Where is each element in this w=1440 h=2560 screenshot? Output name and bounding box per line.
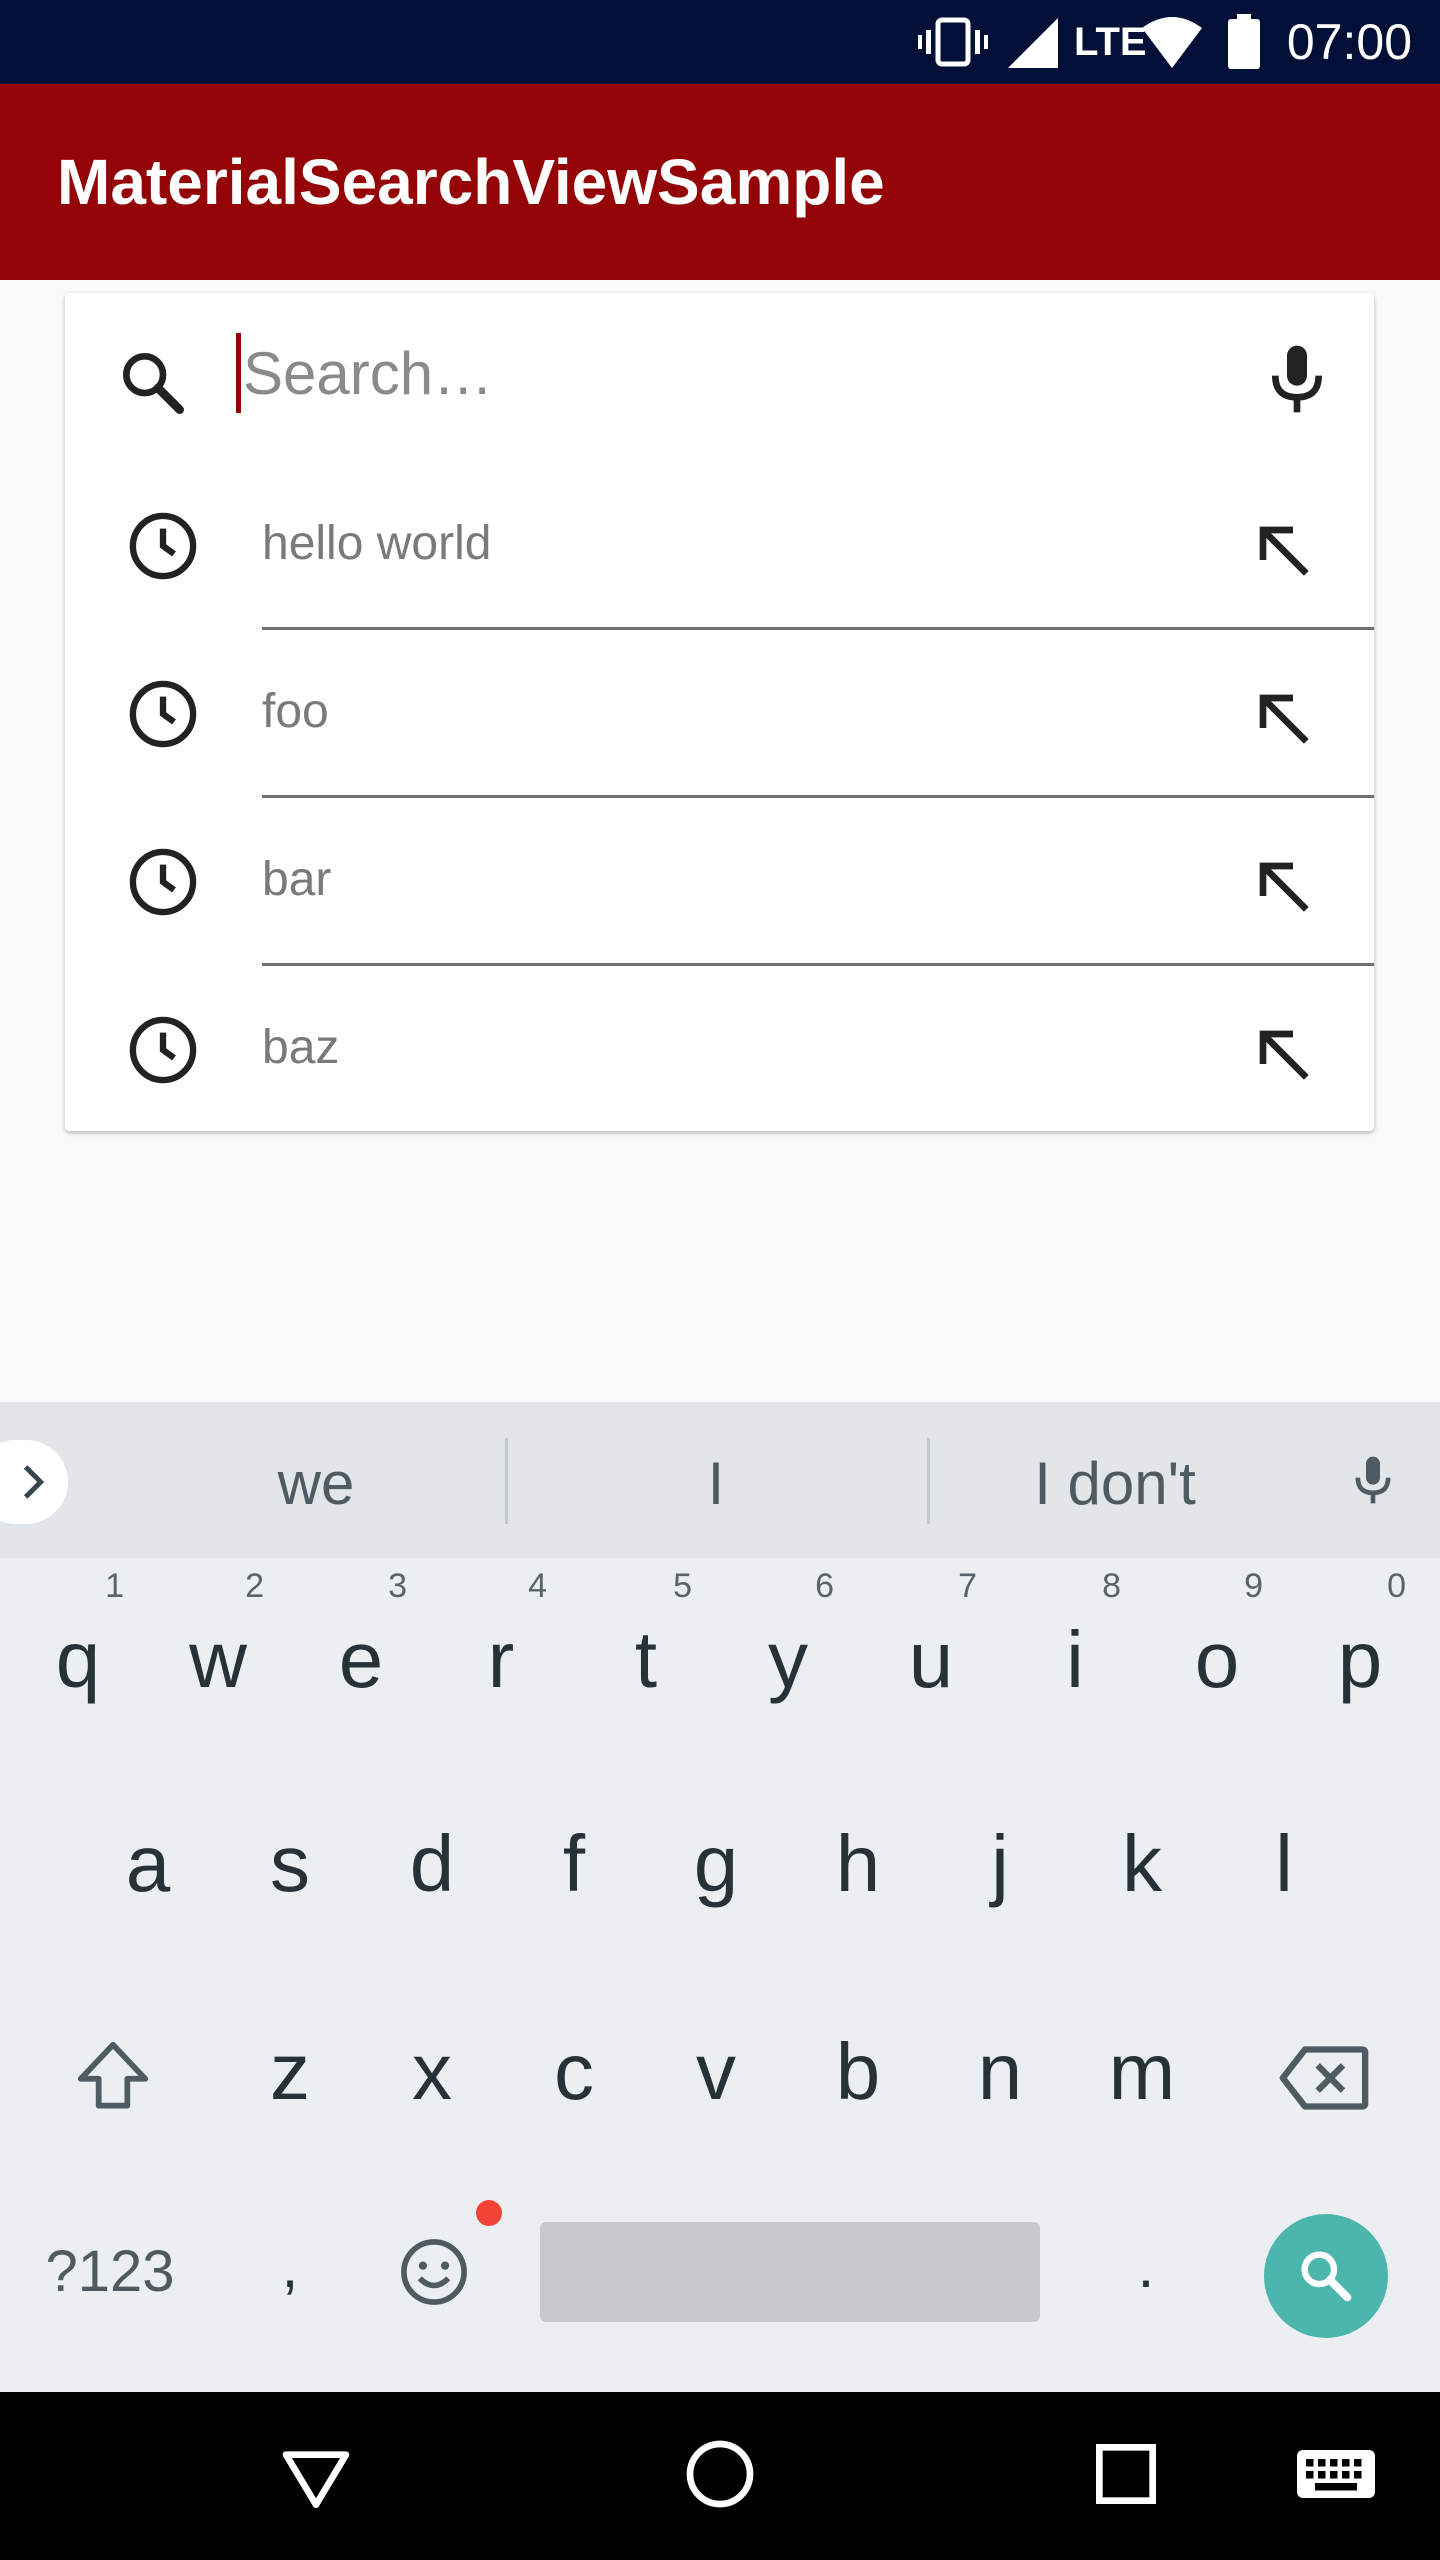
fill-arrow-icon[interactable] <box>1243 510 1323 590</box>
status-bar: LTE 07:00 <box>0 0 1440 84</box>
fill-arrow-icon[interactable] <box>1243 1014 1323 1094</box>
voice-search-mic-icon[interactable] <box>1257 339 1337 419</box>
history-clock-icon <box>129 512 197 580</box>
key-d[interactable]: d <box>392 1814 472 1914</box>
network-type: LTE <box>1074 20 1147 64</box>
key-a[interactable]: a <box>108 1814 188 1914</box>
search-icon[interactable] <box>113 343 193 423</box>
keyboard-suggestion[interactable]: I don't <box>985 1448 1245 1520</box>
key-r[interactable]: r4 <box>461 1567 547 1710</box>
key-j[interactable]: j <box>960 1814 1040 1914</box>
suggestion-item[interactable]: hello world <box>65 462 1374 630</box>
fill-arrow-icon[interactable] <box>1243 846 1323 926</box>
home-icon[interactable] <box>680 2434 760 2514</box>
history-clock-icon <box>129 680 197 748</box>
emoji-icon[interactable] <box>396 2234 472 2310</box>
keyboard-suggestion[interactable]: we <box>186 1448 446 1520</box>
text-caret <box>236 333 241 413</box>
key-p[interactable]: p0 <box>1320 1567 1406 1710</box>
key-t[interactable]: t5 <box>606 1567 692 1710</box>
key-m[interactable]: m <box>1102 2022 1182 2122</box>
key-w[interactable]: w2 <box>178 1567 264 1710</box>
battery-icon <box>1228 14 1260 69</box>
key-u[interactable]: u7 <box>891 1567 977 1710</box>
period-key[interactable]: . <box>1106 2217 1186 2317</box>
keyboard-suggestion-strip: we I I don't <box>0 1402 1440 1558</box>
suggestion-label: bar <box>262 853 332 906</box>
keyboard-switch-icon[interactable] <box>1294 2442 1378 2506</box>
navigation-bar <box>0 2392 1440 2560</box>
search-action-key[interactable] <box>1264 2214 1388 2338</box>
vibrate-icon <box>918 17 988 67</box>
suggestion-label: baz <box>262 1021 340 1074</box>
notification-dot <box>476 2200 502 2226</box>
key-n[interactable]: n <box>960 2022 1040 2122</box>
chevron-right-icon <box>23 1465 45 1499</box>
key-x[interactable]: x <box>392 2022 472 2122</box>
back-icon[interactable] <box>276 2438 356 2518</box>
search-icon <box>1301 2251 1352 2302</box>
key-f[interactable]: f <box>534 1814 614 1914</box>
backspace-icon[interactable] <box>1276 2040 1372 2116</box>
suggestion-item[interactable]: bar <box>65 798 1374 966</box>
keyboard-suggestion[interactable]: I <box>586 1448 846 1520</box>
expand-strip-button[interactable] <box>0 1440 68 1524</box>
history-clock-icon <box>129 848 197 916</box>
keyboard-mic-icon[interactable] <box>1345 1444 1401 1516</box>
strip-separator <box>505 1438 508 1524</box>
app-title: MaterialSearchViewSample <box>57 146 885 218</box>
key-s[interactable]: s <box>250 1814 330 1914</box>
key-b[interactable]: b <box>818 2022 898 2122</box>
shift-icon[interactable] <box>70 2034 156 2120</box>
signal-icon <box>1008 18 1058 68</box>
key-o[interactable]: o9 <box>1177 1567 1263 1710</box>
comma-key[interactable]: , <box>250 2217 330 2317</box>
recents-icon[interactable] <box>1086 2434 1166 2514</box>
space-key[interactable] <box>540 2222 1040 2322</box>
history-clock-icon <box>129 1016 197 1084</box>
key-y[interactable]: y6 <box>748 1567 834 1710</box>
key-v[interactable]: v <box>676 2022 756 2122</box>
search-card: hello world foo bar <box>65 293 1374 1131</box>
strip-separator <box>927 1438 930 1524</box>
suggestion-item[interactable]: baz <box>65 966 1374 1134</box>
status-time: 07:00 <box>1286 14 1412 70</box>
fill-arrow-icon[interactable] <box>1243 678 1323 758</box>
key-e[interactable]: e3 <box>321 1567 407 1710</box>
key-g[interactable]: g <box>676 1814 756 1914</box>
app-bar: MaterialSearchViewSample <box>0 84 1440 280</box>
suggestion-item[interactable]: foo <box>65 630 1374 798</box>
search-input[interactable] <box>237 333 1243 413</box>
key-i[interactable]: i8 <box>1035 1567 1121 1710</box>
key-z[interactable]: z <box>250 2022 330 2122</box>
key-l[interactable]: l <box>1244 1814 1324 1914</box>
key-q[interactable]: q1 <box>38 1567 124 1710</box>
soft-keyboard: we I I don't q1 w2 e3 r4 t5 y6 u7 i8 o9 … <box>0 1402 1440 2392</box>
key-c[interactable]: c <box>534 2022 614 2122</box>
suggestion-label: hello world <box>262 517 492 570</box>
key-k[interactable]: k <box>1102 1814 1182 1914</box>
key-h[interactable]: h <box>818 1814 898 1914</box>
symbols-key[interactable]: ?123 <box>30 2222 190 2322</box>
suggestion-label: foo <box>262 685 329 738</box>
wifi-icon <box>1142 17 1202 68</box>
